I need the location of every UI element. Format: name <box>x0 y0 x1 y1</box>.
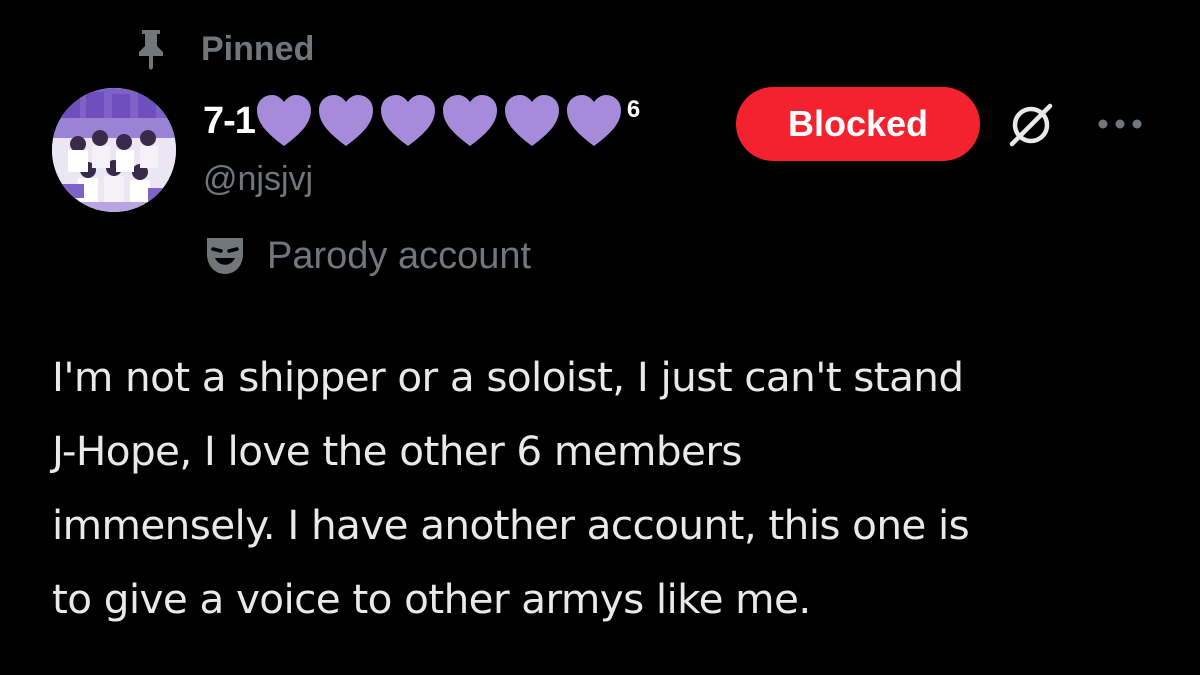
avatar-image <box>52 88 176 212</box>
purple-heart-icon <box>566 95 621 146</box>
purple-heart-icon <box>318 95 373 146</box>
purple-heart-icon <box>256 95 311 146</box>
display-name-suffix: 6 <box>626 96 641 123</box>
purple-heart-icon <box>380 95 435 146</box>
mask-icon <box>207 238 243 274</box>
display-name[interactable]: 7-1 <box>203 100 256 143</box>
heart-emojis <box>255 94 627 148</box>
avatar[interactable] <box>52 88 176 212</box>
parody-account-label: Parody account <box>203 230 531 282</box>
display-name-row[interactable]: 7-1 6 <box>203 94 641 148</box>
parody-label: Parody account <box>267 234 532 277</box>
blocked-button[interactable]: Blocked <box>736 87 980 161</box>
purple-heart-icon <box>442 95 497 146</box>
more-icon[interactable] <box>1097 115 1143 133</box>
pinned-indicator: Pinned <box>133 28 314 70</box>
user-handle[interactable]: @njsjvj <box>203 160 313 199</box>
pinned-post[interactable]: Pinned 7-1 6 @njsjvj Blocked Parody acco… <box>0 0 1200 675</box>
post-text: I'm not a shipper or a soloist, I just c… <box>52 353 970 623</box>
pinned-label: Pinned <box>201 29 315 68</box>
purple-heart-icon <box>504 95 559 146</box>
pin-icon <box>139 30 163 70</box>
grok-icon[interactable] <box>1006 100 1056 150</box>
